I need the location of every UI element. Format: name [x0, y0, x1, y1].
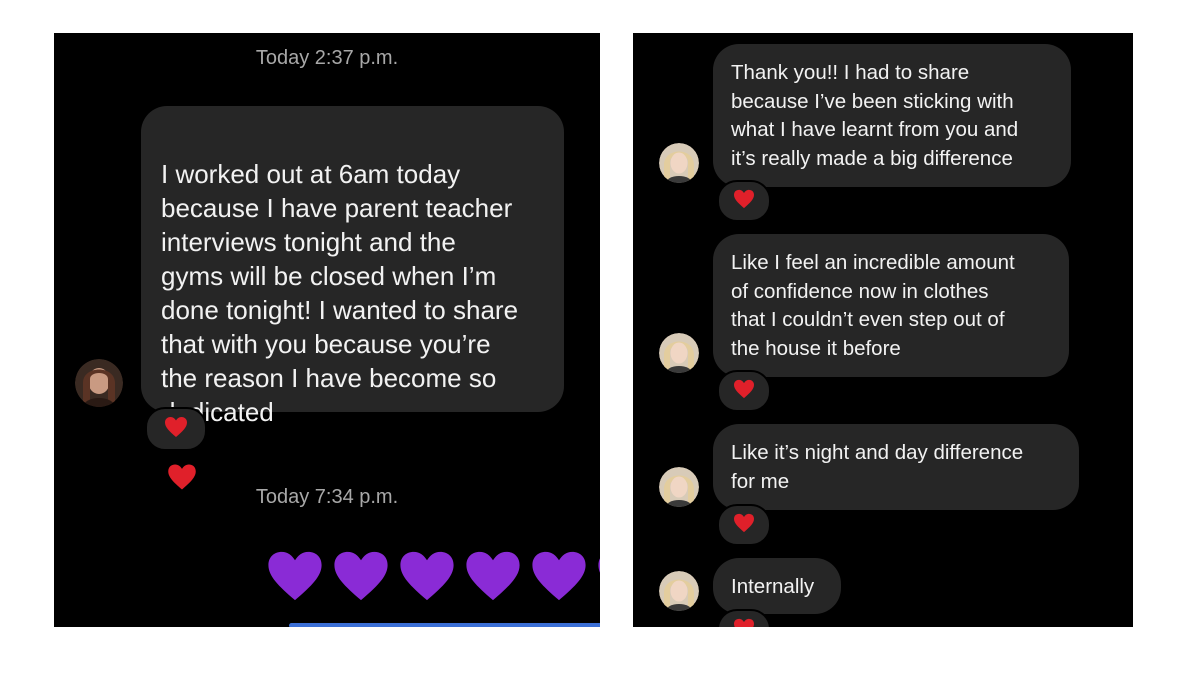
purple-heart-icon [398, 547, 456, 605]
avatar[interactable] [659, 571, 699, 611]
avatar[interactable] [75, 359, 123, 407]
message-bubble[interactable]: I worked out at 6am today because I have… [141, 106, 564, 490]
message-input-edge [289, 623, 600, 627]
timestamp: Today 2:37 p.m. [255, 47, 399, 69]
purple-heart-icon [332, 547, 390, 605]
message-bubble[interactable]: Thank you!! I had to share because I’ve … [713, 44, 1071, 187]
left-chat-panel: Today 2:37 p.m. I worked out at 6am toda… [54, 33, 600, 627]
right-chat-panel: Thank you!! I had to share because I’ve … [633, 33, 1133, 627]
purple-heart-icon [596, 547, 600, 605]
purple-hearts-message[interactable] [266, 547, 600, 605]
timestamp: Today 7:34 p.m. [255, 486, 399, 508]
message-bubble[interactable]: Like it’s night and day difference for m… [713, 424, 1079, 510]
avatar[interactable] [659, 467, 699, 507]
red-heart-icon [733, 379, 755, 404]
red-heart-icon [733, 513, 755, 538]
message-bubble[interactable]: Internally [713, 558, 841, 614]
purple-heart-icon [266, 547, 324, 605]
reaction-badge[interactable] [717, 504, 771, 546]
red-heart-icon [733, 189, 755, 214]
avatar[interactable] [659, 143, 699, 183]
purple-heart-icon [530, 547, 588, 605]
purple-heart-icon [464, 547, 522, 605]
message-bubble[interactable]: Like I feel an incredible amount of conf… [713, 234, 1069, 377]
avatar[interactable] [659, 333, 699, 373]
red-heart-icon [164, 416, 188, 443]
reaction-badge[interactable] [717, 180, 771, 222]
reaction-badge[interactable] [145, 407, 207, 451]
red-heart-icon [733, 618, 755, 627]
reaction-badge[interactable] [717, 370, 771, 412]
message-text: I worked out at 6am today because I have… [161, 159, 519, 427]
